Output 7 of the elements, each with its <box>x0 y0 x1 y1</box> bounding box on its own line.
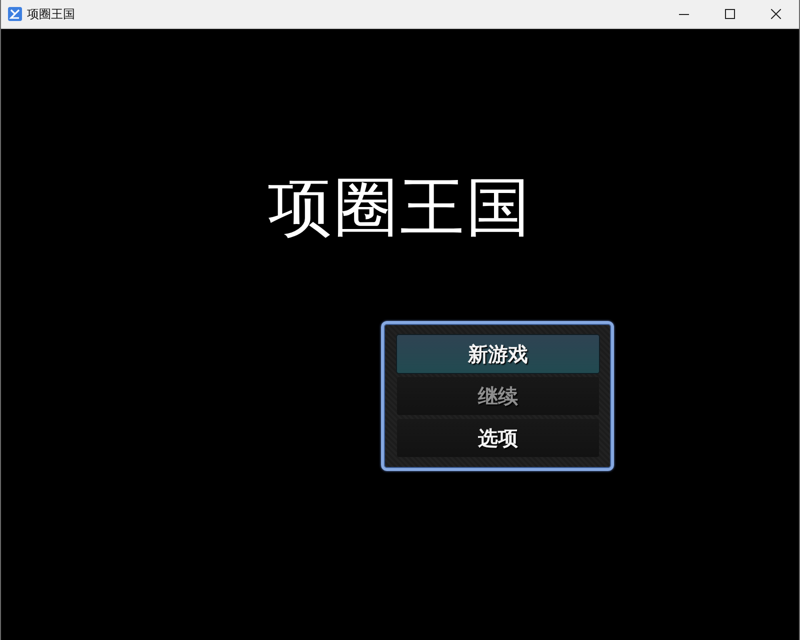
window-title: 项圈王国 <box>27 6 75 22</box>
app-icon <box>8 7 22 21</box>
maximize-icon <box>725 9 735 19</box>
menu-item[interactable]: 新游戏 <box>397 335 599 373</box>
close-icon <box>771 9 781 19</box>
menu-item[interactable]: 选项 <box>397 419 599 457</box>
game-title: 项圈王国 <box>268 175 532 241</box>
